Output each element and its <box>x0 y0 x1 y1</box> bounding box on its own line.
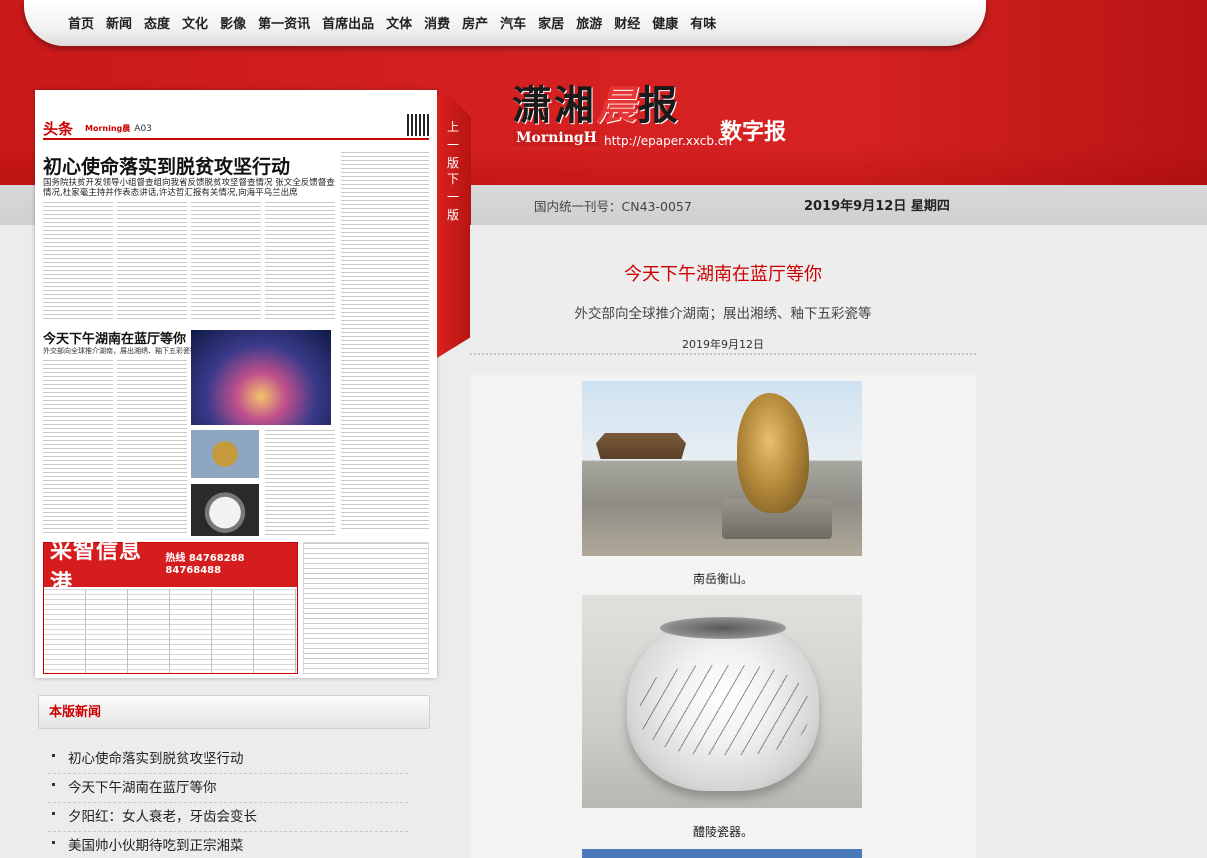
page-news-list: 初心使命落实到脱贫攻坚行动 今天下午湖南在蓝厅等你 夕阳红：女人衰老，牙齿会变长 美国… <box>48 745 408 858</box>
rock-shape <box>737 393 809 513</box>
logo-title: 潇湘晨报 <box>512 82 680 129</box>
paper-page-number: A03 <box>134 123 152 134</box>
hengshan-photo <box>582 381 862 556</box>
nav-item[interactable]: 首页 <box>68 13 94 32</box>
vase-mouth-shape <box>660 617 786 639</box>
qr-code-icon <box>407 114 429 136</box>
paper-text-column <box>43 202 113 322</box>
paper-text-column <box>43 360 113 536</box>
paper-text-column <box>341 152 429 532</box>
article-subtitle: 外交部向全球推介湖南；展出湘绣、釉下五彩瓷等 <box>574 306 872 322</box>
paper-vase-photo <box>191 484 259 536</box>
newspaper-logo[interactable]: 潇湘晨报 MorningH http://epaper.xxcb.cn <box>512 82 732 154</box>
paper-headline-1[interactable]: 初心使命落实到脱贫攻坚行动 <box>43 152 290 179</box>
nav-item[interactable]: 财经 <box>614 13 640 32</box>
paper-section: 头条 <box>43 120 74 138</box>
page-nav-strip: 上一版 下一版 <box>437 96 471 358</box>
page-news-item[interactable]: 夕阳红：女人衰老，牙齿会变长 <box>48 803 408 832</box>
paper-logo: Morning晨 <box>85 124 131 133</box>
paper-headline-2-sub: 外交部向全球推介湖南，展出湘绣、釉下五彩瓷等 <box>43 347 197 355</box>
article-panel: 今天下午湖南在蓝厅等你 外交部向全球推介湖南；展出湘绣、釉下五彩瓷等 2019年… <box>470 225 976 858</box>
nav-item[interactable]: 汽车 <box>500 13 526 32</box>
temple-shape <box>596 433 686 459</box>
nav-item[interactable]: 态度 <box>144 13 170 32</box>
paper-text-column <box>191 202 261 322</box>
article-title: 今天下午湖南在蓝厅等你 <box>624 264 822 285</box>
page-news-item[interactable]: 初心使命落实到脱贫攻坚行动 <box>48 745 408 774</box>
nav-item[interactable]: 影像 <box>220 13 246 32</box>
nav-item[interactable]: 房产 <box>462 13 488 32</box>
paper-text-column <box>265 430 335 536</box>
nav-item[interactable]: 文化 <box>182 13 208 32</box>
paper-classifieds-right <box>303 542 429 674</box>
masthead: 潇湘晨报 MorningH http://epaper.xxcb.cn 数字报 <box>512 84 812 164</box>
liling-porcelain-photo <box>582 595 862 808</box>
article-date: 2019年9月12日 <box>682 338 764 351</box>
paper-header: 头条 Morning晨 A03 <box>43 118 152 139</box>
page-news-title: 本版新闻 <box>38 695 430 729</box>
nav-item[interactable]: 有味 <box>690 13 716 32</box>
nav-item[interactable]: 文体 <box>386 13 412 32</box>
vase-painting-shape <box>640 665 808 755</box>
prev-page-link[interactable]: 上一版 <box>446 118 460 172</box>
article-body: 南岳衡山。 醴陵瓷器。 <box>470 375 976 858</box>
nav-item[interactable]: 健康 <box>652 13 678 32</box>
digital-edition-label: 数字报 <box>720 120 787 145</box>
paper-ad: 采智信息港 热线 84768288 84768488 <box>43 539 298 674</box>
paper-headline-1-sub: 国务院扶贫开发领导小组督查组向我省反馈脱贫攻坚督查情况 张文全反馈督查情况,杜家… <box>43 178 335 198</box>
nav-item[interactable]: 消费 <box>424 13 450 32</box>
next-page-link[interactable]: 下一版 <box>446 170 460 224</box>
page-news-box: 本版新闻 初心使命落实到脱贫攻坚行动 今天下午湖南在蓝厅等你 夕阳红：女人衰老，牙齿… <box>38 695 430 858</box>
ad-classifieds <box>44 589 297 673</box>
nav-item[interactable]: 首席出品 <box>322 13 374 32</box>
paper-rock-photo <box>191 430 259 478</box>
issue-info-bar: 国内统一刊号：CN43-0057 2019年9月12日 星期四 <box>470 185 976 225</box>
nav-item[interactable]: 旅游 <box>576 13 602 32</box>
issue-number: 国内统一刊号：CN43-0057 <box>534 199 692 214</box>
logo-url: http://epaper.xxcb.cn <box>604 134 732 148</box>
paper-text-column <box>117 360 187 536</box>
logo-english: MorningH <box>514 130 599 146</box>
issue-date: 2019年9月12日 星期四 <box>804 199 950 214</box>
paper-divider <box>43 138 429 140</box>
photo-caption: 醴陵瓷器。 <box>692 825 753 839</box>
ad-title: 采智信息港 <box>50 539 143 596</box>
newspaper-page-image[interactable]: 头条 Morning晨 A03 初心使命落实到脱贫攻坚行动 国务院扶贫开发领导小… <box>35 90 437 678</box>
nav-list: 首页 新闻 态度 文化 影像 第一资讯 首席出品 文体 消费 房产 汽车 家居 旅游 财经 健康 有味 <box>68 13 728 32</box>
nav-item[interactable]: 第一资讯 <box>258 13 310 32</box>
next-photo <box>582 849 862 858</box>
ad-hotline: 热线 84768288 84768488 <box>165 553 245 576</box>
paper-headline-2[interactable]: 今天下午湖南在蓝厅等你 <box>43 328 186 347</box>
photo-caption: 南岳衡山。 <box>692 572 753 586</box>
page-news-item[interactable]: 今天下午湖南在蓝厅等你 <box>48 774 408 803</box>
paper-text-column <box>117 202 187 322</box>
paper-text-column <box>265 202 335 322</box>
page-news-item[interactable]: 美国帅小伙期待吃到正宗湘菜 <box>48 832 408 858</box>
nav-item[interactable]: 家居 <box>538 13 564 32</box>
nav-item[interactable]: 新闻 <box>106 13 132 32</box>
article-divider <box>470 353 976 355</box>
top-nav: 首页 新闻 态度 文化 影像 第一资讯 首席出品 文体 消费 房产 汽车 家居 旅游 财经 健康 有味 <box>24 0 986 46</box>
paper-city-photo <box>191 330 331 425</box>
